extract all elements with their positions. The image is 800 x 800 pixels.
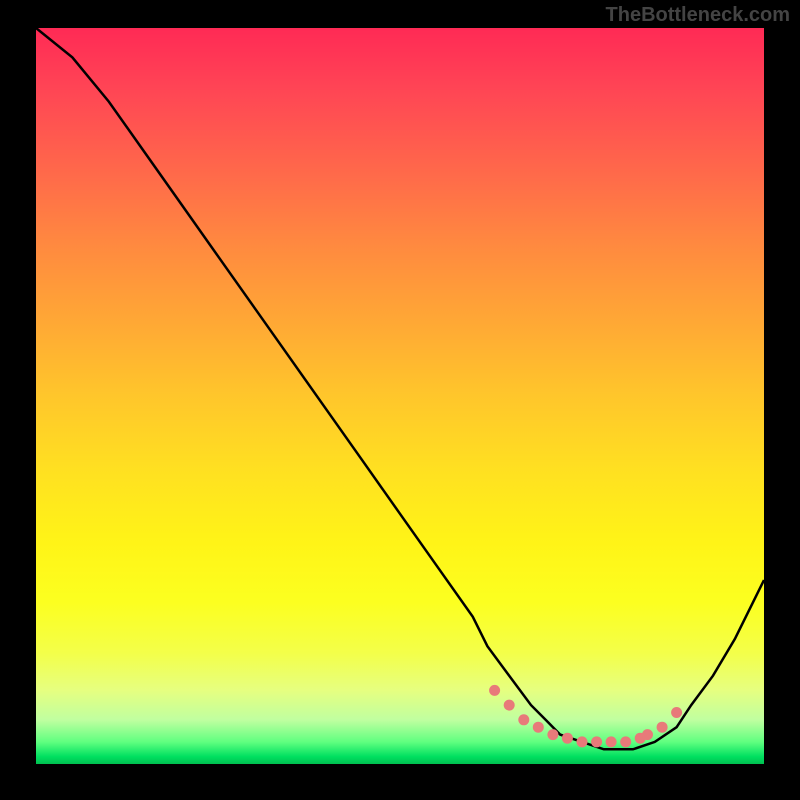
bottleneck-curve-path xyxy=(36,28,764,749)
marker-point xyxy=(642,729,653,740)
marker-point xyxy=(518,714,529,725)
marker-group xyxy=(489,685,682,748)
marker-point xyxy=(591,736,602,747)
marker-point xyxy=(533,722,544,733)
marker-point xyxy=(620,736,631,747)
chart-container: TheBottleneck.com xyxy=(0,0,800,800)
watermark-text: TheBottleneck.com xyxy=(606,4,790,27)
marker-point xyxy=(489,685,500,696)
chart-svg xyxy=(36,28,764,764)
marker-point xyxy=(547,729,558,740)
marker-point xyxy=(606,736,617,747)
plot-area xyxy=(36,28,764,764)
marker-point xyxy=(504,700,515,711)
marker-point xyxy=(562,733,573,744)
marker-point xyxy=(577,736,588,747)
marker-point xyxy=(671,707,682,718)
marker-point xyxy=(657,722,668,733)
